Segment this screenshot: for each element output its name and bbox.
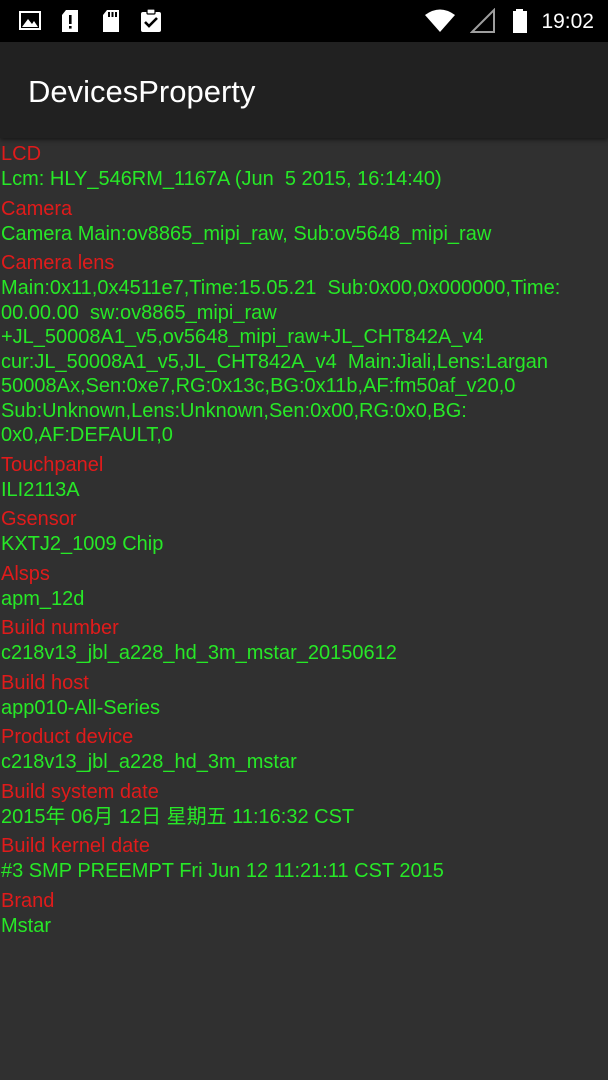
property-label: Build number [1,617,119,639]
property-item-brand: Brand Mstar [0,888,608,939]
property-item-alsps: Alsps apm_12d [0,561,608,612]
property-item-camera-lens: Camera lens Main:0x11,0x4511e7,Time:15.0… [0,250,608,448]
property-value: Lcm: HLY_546RM_1167A (Jun 5 2015, 16:14:… [1,168,442,190]
property-item-build-system-date: Build system date 2015年 06月 12日 星期五 11:1… [0,779,608,830]
property-item-lcd: LCD Lcm: HLY_546RM_1167A (Jun 5 2015, 16… [0,141,608,192]
property-value: #3 SMP PREEMPT Fri Jun 12 11:21:11 CST 2… [1,860,444,882]
property-value: ILI2113A [1,478,80,501]
property-label: Build kernel date [1,835,150,857]
property-label: Camera lens [1,252,115,274]
battery-icon [510,8,530,34]
status-bar: 19:02 [0,0,608,42]
property-label: Alsps [1,562,50,585]
property-item-build-number: Build number c218v13_jbl_a228_hd_3m_msta… [0,615,608,666]
property-label: Build host [1,671,89,694]
property-item-camera: Camera Camera Main:ov8865_mipi_raw, Sub:… [0,196,608,247]
property-item-build-kernel-date: Build kernel date #3 SMP PREEMPT Fri Jun… [0,833,608,884]
property-value: Camera Main:ov8865_mipi_raw, Sub:ov5648_… [1,222,492,245]
property-label: Gsensor [1,508,77,530]
property-value: c218v13_jbl_a228_hd_3m_mstar [1,751,297,773]
clipboard-check-icon [139,8,163,34]
property-label: Touchpanel [1,453,104,476]
app-bar: DevicesProperty [0,42,608,138]
property-item-gsensor: Gsensor KXTJ2_1009 Chip [0,506,608,557]
property-item-touchpanel: Touchpanel ILI2113A [0,452,608,503]
property-label: LCD [1,143,42,165]
property-value: c218v13_jbl_a228_hd_3m_mstar_20150612 [1,642,397,664]
property-label: Brand [1,889,55,912]
property-value: Mstar [1,914,51,937]
property-label: Build system date [1,780,159,803]
property-list: LCD Lcm: HLY_546RM_1167A (Jun 5 2015, 16… [0,138,608,938]
property-item-product-device: Product device c218v13_jbl_a228_hd_3m_ms… [0,724,608,775]
property-item-build-host: Build host app010-All-Series [0,670,608,721]
property-label: Camera [1,197,73,220]
property-value: app010-All-Series [1,696,160,719]
app-title: DevicesProperty [28,74,256,109]
sd-card-alert-icon [58,8,82,34]
signal-icon [469,7,496,34]
image-icon [18,8,42,34]
sd-card-icon [99,8,123,34]
property-value: Main:0x11,0x4511e7,Time:15.05.21 Sub:0x0… [1,277,561,446]
property-label: Product device [1,726,134,748]
property-value: apm_12d [1,587,85,610]
property-value: 2015年 06月 12日 星期五 11:16:32 CST [1,805,355,828]
status-time: 19:02 [541,10,594,33]
wifi-icon [424,8,456,34]
property-value: KXTJ2_1009 Chip [1,533,164,555]
